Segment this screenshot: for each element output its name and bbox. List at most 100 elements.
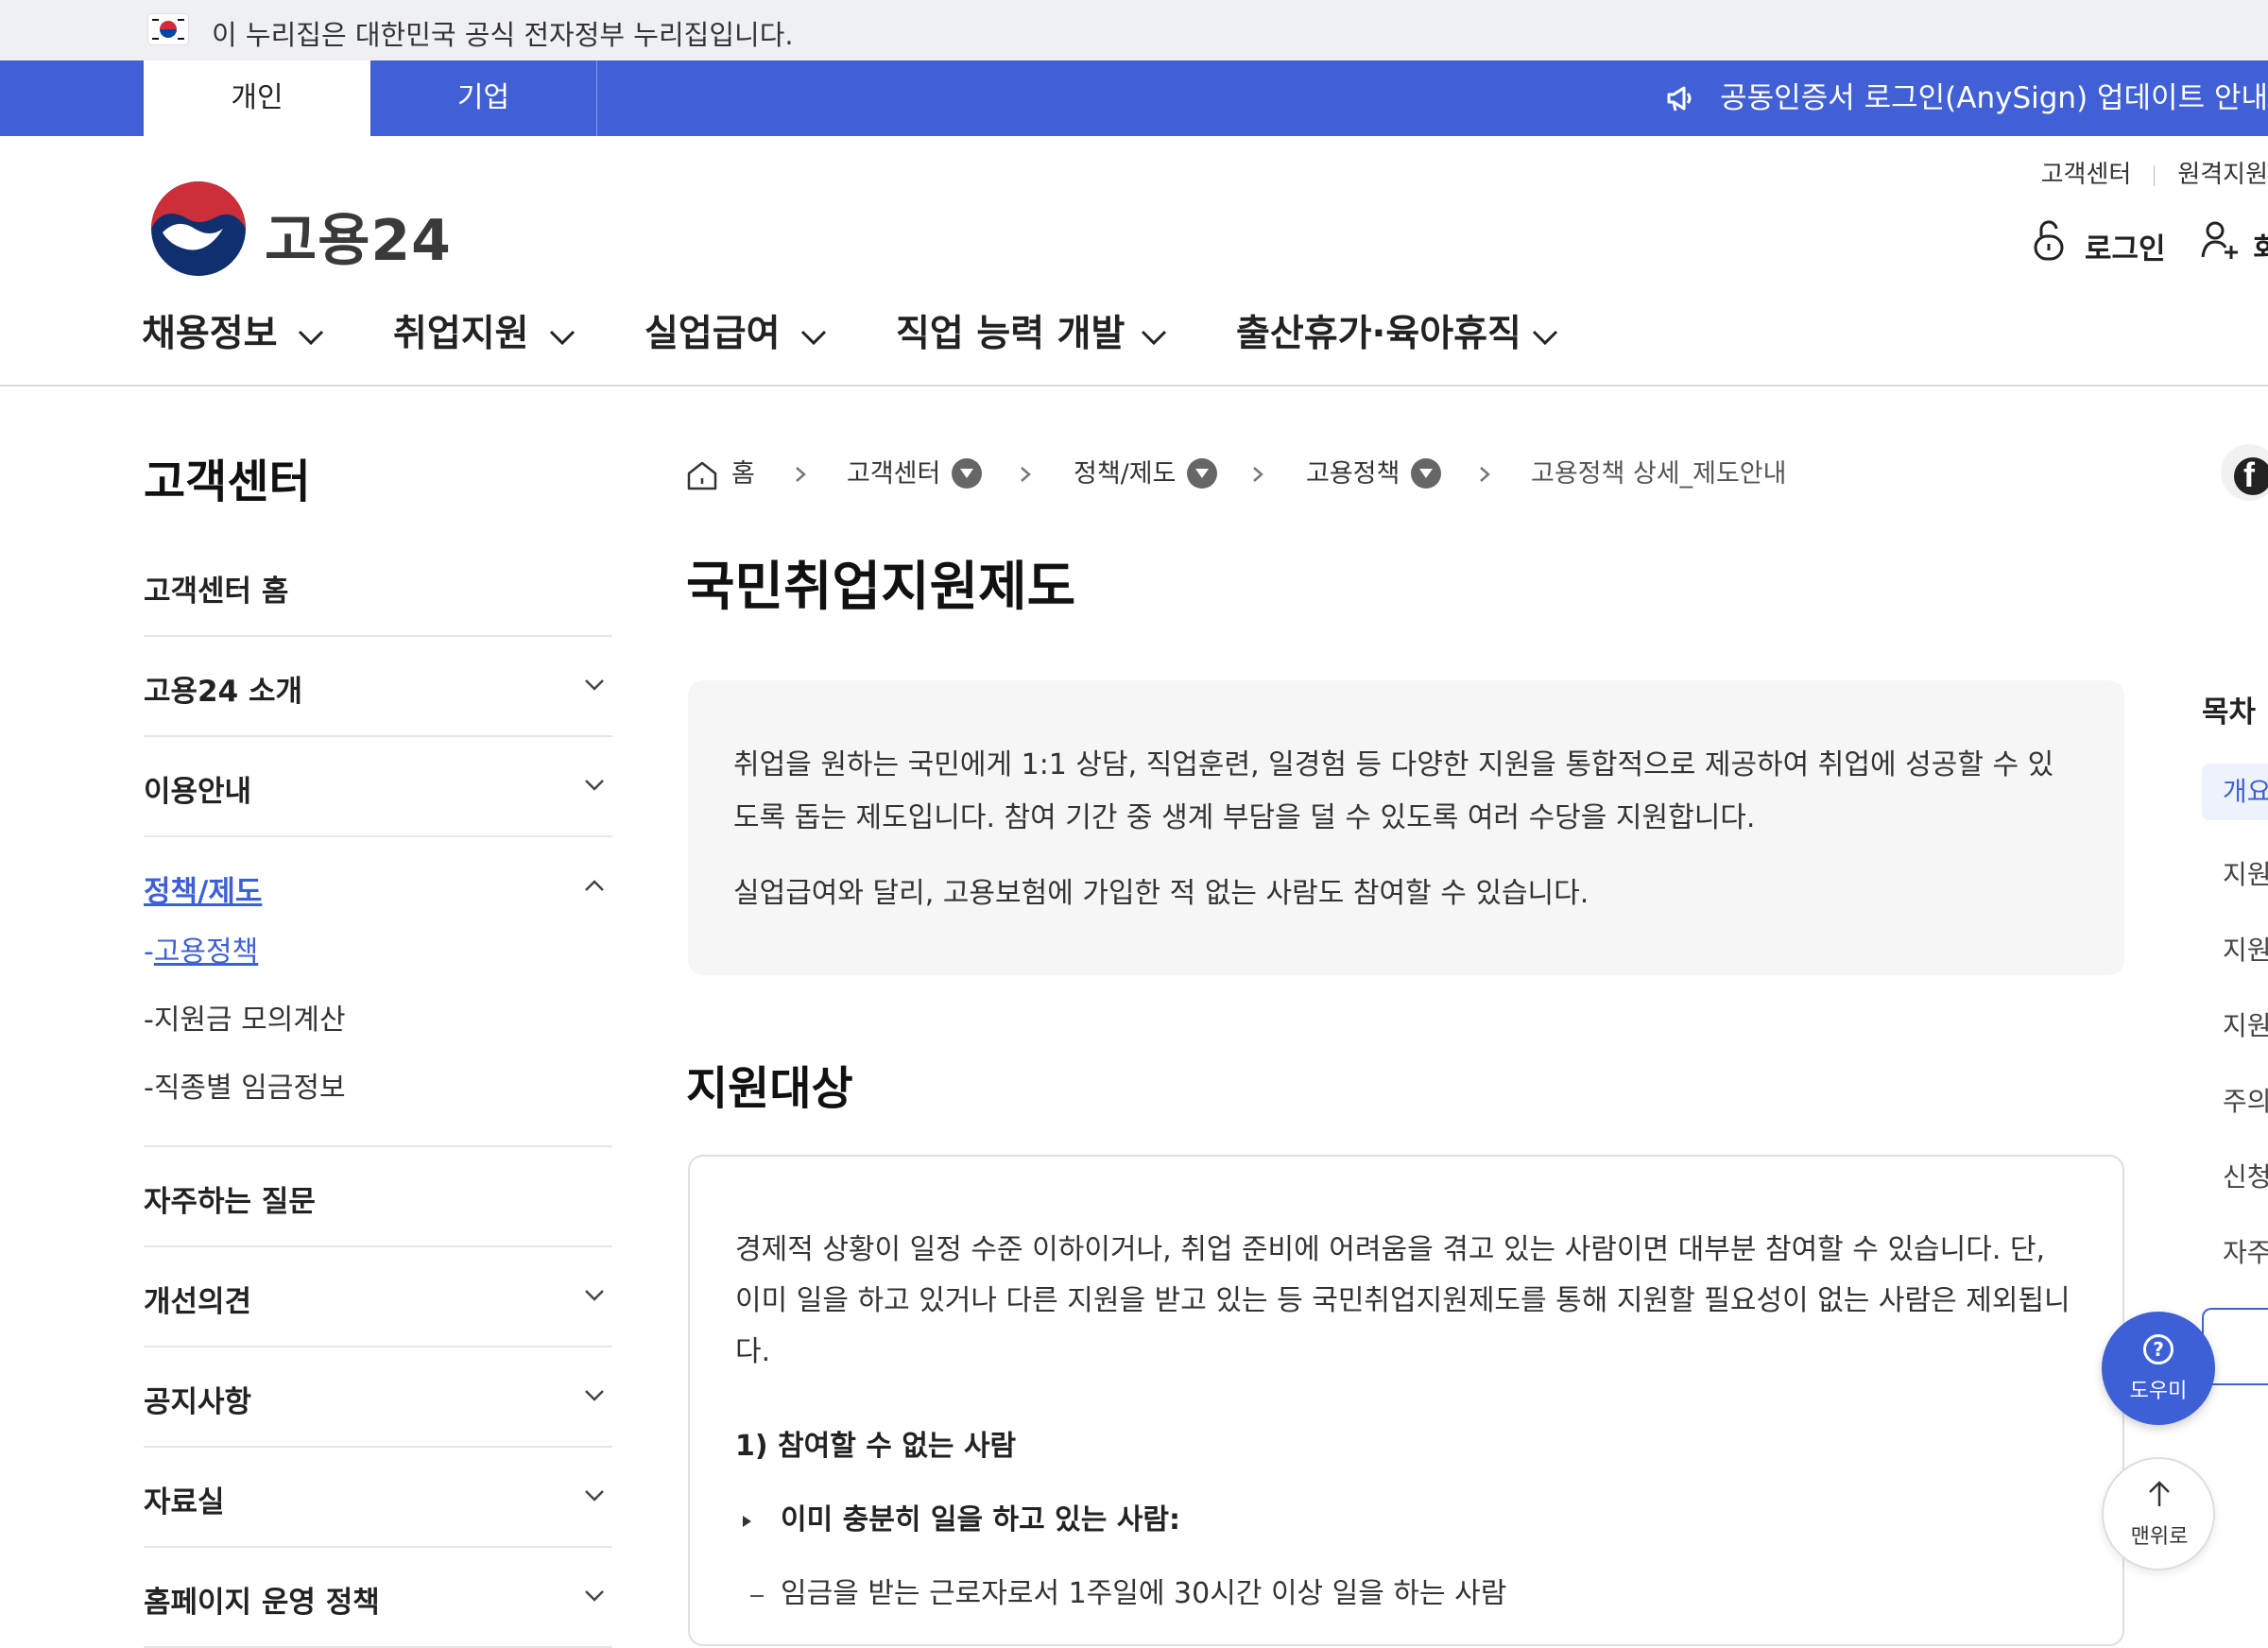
sidebar-item-site-policy[interactable]: 홈페이지 운영 정책	[144, 1548, 612, 1648]
chevron-down-icon	[585, 780, 604, 791]
sub-label: 고용정책	[153, 936, 259, 969]
facebook-share-icon[interactable]: f	[2221, 444, 2268, 501]
gov-emblem-logo[interactable]	[149, 180, 248, 278]
toc-item[interactable]: 지원	[2223, 854, 2268, 892]
sidebar-item-label: 정책/제도	[144, 875, 263, 909]
sidebar-item-faq[interactable]: 자주하는 질문	[144, 1147, 612, 1247]
sidebar-item-label: 이용안내	[144, 775, 252, 809]
sidebar-subitem-employment-policy[interactable]: -고용정책	[144, 928, 258, 970]
chevron-right-icon	[1253, 467, 1263, 482]
toc-item[interactable]: 주의	[2223, 1081, 2268, 1119]
dropdown-icon[interactable]	[952, 457, 983, 489]
chevron-down-icon	[585, 1590, 604, 1602]
gov-banner-text: 이 누리집은 대한민국 공식 전자정부 누리집입니다.	[212, 19, 794, 51]
tab-personal[interactable]: 개인	[144, 60, 370, 136]
chevron-down-icon	[298, 330, 324, 346]
toc-item[interactable]: 지원	[2223, 930, 2268, 968]
gnb-label: 실업급여	[644, 313, 781, 355]
chevron-down-icon	[585, 1290, 604, 1301]
sidebar-item-policy[interactable]: 정책/제도 -고용정책 -지원금 모의계산 -직종별 임금정보	[144, 837, 612, 1147]
top-label: 맨위로	[2130, 1525, 2189, 1549]
chevron-up-icon	[585, 880, 604, 891]
chevron-down-icon	[585, 1490, 604, 1502]
breadcrumb-label: 홈	[731, 459, 755, 489]
toc-item[interactable]: 지원	[2223, 1005, 2268, 1043]
sidebar-item-guide[interactable]: 이용안내	[144, 737, 612, 837]
gnb-label: 채용정보	[142, 313, 278, 355]
toc-item[interactable]: 자주	[2223, 1232, 2268, 1270]
home-icon	[687, 461, 717, 490]
notice-link[interactable]: 공동인증서 로그인(AnySign) 업데이트 안내	[1663, 60, 2268, 136]
util-link-customer-center[interactable]: 고객센터	[2041, 161, 2132, 189]
sidebar-item-label: 개선의견	[144, 1285, 252, 1319]
sidebar-subitem-subsidy-calculator[interactable]: -지원금 모의계산	[144, 996, 346, 1038]
dropdown-icon[interactable]	[1411, 457, 1442, 489]
signup-label: 회원가입	[2253, 232, 2268, 266]
breadcrumb-customer-center[interactable]: 고객센터	[847, 455, 983, 493]
section-content-box: 경제적 상황이 일정 수준 이하이거나, 취업 준비에 어려움을 겪고 있는 사…	[688, 1155, 2124, 1646]
sidebar-item-about[interactable]: 고용24 소개	[144, 637, 612, 737]
toc-item[interactable]: 신청	[2223, 1157, 2268, 1194]
gnb-label: 취업지원	[393, 313, 529, 355]
chevron-down-icon	[1532, 330, 1558, 346]
intro-box: 취업을 원하는 국민에게 1:1 상담, 직업훈련, 일경험 등 다양한 지원을…	[688, 680, 2124, 975]
gnb-item-jobs[interactable]: 채용정보	[142, 306, 324, 363]
sidebar-subitem-wage-info[interactable]: -직종별 임금정보	[144, 1064, 346, 1106]
question-icon: ?	[2143, 1334, 2174, 1365]
gnb-item-unemployment-benefit[interactable]: 실업급여	[644, 306, 827, 363]
chevron-right-icon	[1021, 467, 1031, 482]
gnb-item-job-skills[interactable]: 직업 능력 개발	[896, 306, 1167, 363]
site-header: 고용24 고객센터 원격지원 로그인 회원가입 채용정보 취업지원 실업급여	[0, 136, 2268, 386]
sidebar-item-resources[interactable]: 자료실	[144, 1448, 612, 1548]
sidebar-item-label: 고용24 소개	[144, 675, 303, 709]
sidebar-item-label: 자료실	[144, 1485, 225, 1519]
sub-label: 직종별 임금정보	[153, 1072, 346, 1105]
intro-paragraph: 실업급여와 달리, 고용보험에 가입한 적 없는 사람도 참여할 수 있습니다.	[733, 877, 1589, 910]
sidebar-title: 고객센터	[144, 455, 311, 508]
breadcrumb-employment-policy[interactable]: 고용정책	[1306, 455, 1442, 493]
chevron-down-icon	[1141, 330, 1167, 346]
gnb-item-parental-leave[interactable]: 출산휴가·육아휴직	[1236, 306, 1558, 363]
sub-prefix: -	[144, 1004, 154, 1037]
sidebar-item-feedback[interactable]: 개선의견	[144, 1247, 612, 1348]
scroll-top-button[interactable]: 맨위로	[2102, 1457, 2215, 1571]
sidebar-item-label: 공지사항	[144, 1385, 252, 1419]
breadcrumb-label: 정책/제도	[1074, 459, 1177, 489]
megaphone-icon	[1667, 86, 1692, 112]
chevron-right-icon	[1480, 467, 1490, 482]
dropdown-icon[interactable]	[1187, 457, 1218, 489]
breadcrumb-policy[interactable]: 정책/제도	[1074, 455, 1218, 493]
util-link-remote-support[interactable]: 원격지원	[2177, 161, 2268, 189]
help-button[interactable]: ? 도우미	[2102, 1312, 2215, 1425]
gnb-label: 직업 능력 개발	[896, 313, 1125, 355]
section-paragraph: 경제적 상황이 일정 수준 이하이거나, 취업 준비에 어려움을 겪고 있는 사…	[735, 1233, 2070, 1368]
dash-item: 임금을 받는 근로자로서 1주일에 30시간 이상 일을 하는 사람	[735, 1569, 2077, 1620]
chevron-right-icon	[796, 467, 806, 482]
chevron-down-icon	[585, 1390, 604, 1401]
help-label: 도우미	[2129, 1380, 2188, 1403]
add-user-icon	[2201, 221, 2238, 259]
sidebar-item-home[interactable]: 고객센터 홈	[144, 537, 612, 637]
utility-links: 고객센터 원격지원	[2019, 155, 2268, 190]
sidebar-item-notices[interactable]: 공지사항	[144, 1348, 612, 1448]
breadcrumb-current: 고용정책 상세_제도안내	[1531, 459, 1787, 489]
gov-banner: 이 누리집은 대한민국 공식 전자정부 누리집입니다.	[0, 0, 2268, 60]
arrow-up-icon	[2149, 1481, 2170, 1506]
breadcrumb-label: 고용정책	[1306, 459, 1400, 489]
gnb-item-employment-support[interactable]: 취업지원	[393, 306, 576, 363]
toc-item[interactable]: 개요	[2202, 764, 2268, 820]
page-title: 국민취업지원제도	[686, 557, 1076, 618]
chevron-down-icon	[800, 330, 827, 346]
tab-business[interactable]: 기업	[370, 60, 597, 136]
logo-text[interactable]: 고용24	[265, 195, 452, 277]
bullet-item: 이미 충분히 일을 하고 있는 사람:	[735, 1495, 2077, 1546]
sub-prefix: -	[144, 1072, 154, 1105]
breadcrumb-label: 고객센터	[847, 459, 941, 489]
login-label: 로그인	[2085, 232, 2166, 266]
sidebar-item-label: 자주하는 질문	[144, 1185, 316, 1219]
lock-icon	[2034, 220, 2064, 261]
intro-paragraph: 취업을 원하는 국민에게 1:1 상담, 직업훈련, 일경험 등 다양한 지원을…	[733, 748, 2054, 834]
sub-prefix: -	[144, 936, 154, 969]
toc-title: 목차	[2202, 695, 2257, 730]
chevron-down-icon	[549, 330, 576, 346]
